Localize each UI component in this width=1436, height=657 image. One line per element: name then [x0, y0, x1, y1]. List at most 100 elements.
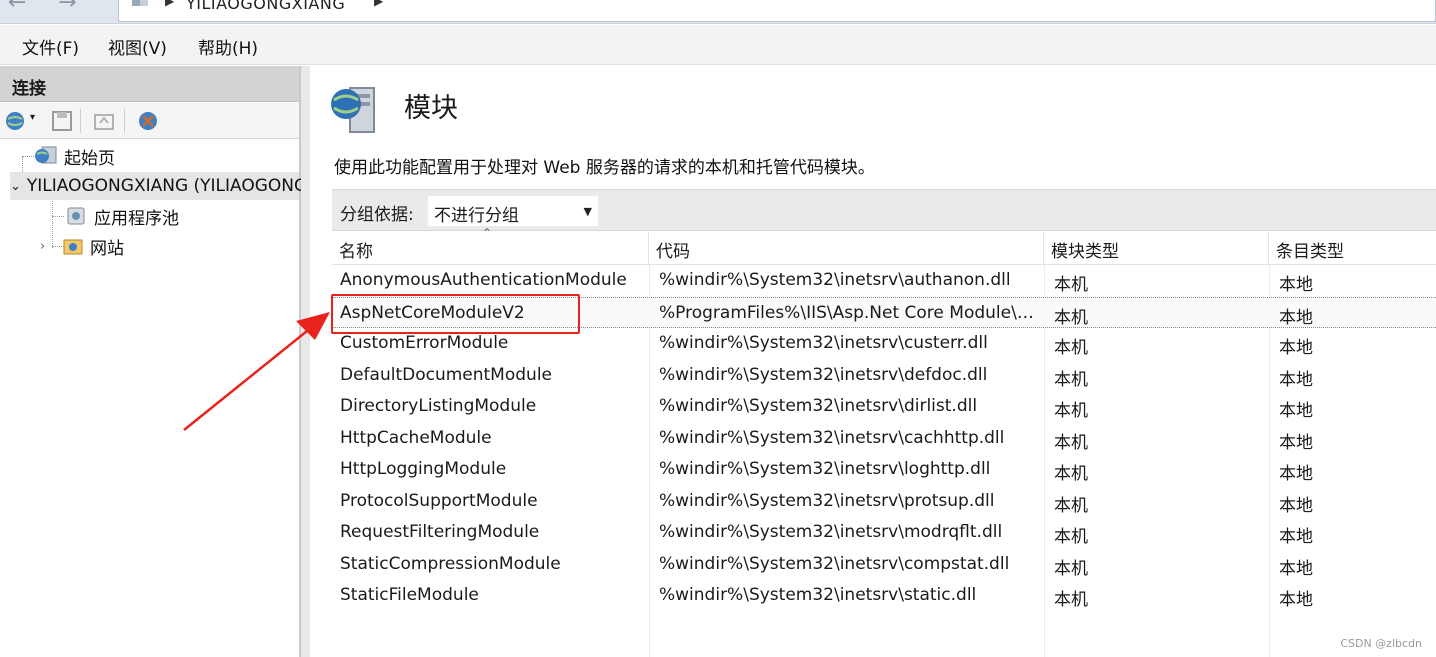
cell-name: AspNetCoreModuleV2 — [340, 302, 525, 323]
chevron-right-icon[interactable]: › — [40, 239, 62, 254]
connections-panel: 连接 ▾ 起始页 ⌄ YILIAOGONGXIANG (YILIAOGONGXI… — [0, 66, 361, 657]
cell-module-type: 本机 — [1054, 527, 1088, 547]
group-by-bar: 分组依据: 不进行分组 ▼ — [332, 189, 1436, 231]
cell-code: %windir%\System32\inetsrv\protsup.dll — [659, 490, 995, 511]
column-header-entry-type[interactable]: 条目类型 — [1269, 232, 1436, 265]
cell-entry-type: 本地 — [1279, 527, 1313, 547]
cell-code: %windir%\System32\inetsrv\compstat.dll — [659, 553, 1010, 574]
cell-module-type: 本机 — [1054, 432, 1088, 453]
address-bar: ← → ▶ YILIAOGONGXIANG ▶ — [0, 0, 1436, 24]
table-row[interactable]: CustomErrorModule %windir%\System32\inets… — [332, 328, 1436, 360]
menu-bar: 文件(F) 视图(V) 帮助(H) — [0, 25, 1436, 65]
table-row[interactable]: ProtocolSupportModule %windir%\System32\i… — [332, 486, 1436, 518]
tree-item-sites[interactable]: › 网站 — [40, 232, 124, 260]
cell-code: %windir%\System32\inetsrv\static.dll — [659, 585, 977, 605]
connections-header: 连接 — [0, 66, 299, 102]
menu-file[interactable]: 文件(F) — [22, 34, 79, 59]
cell-entry-type: 本地 — [1279, 495, 1313, 516]
cell-name: StaticCompressionModule — [340, 553, 561, 574]
tree-line — [22, 156, 34, 157]
column-header-label: 代码 — [656, 242, 690, 262]
connections-title: 连接 — [12, 79, 46, 99]
column-header-label: 模块类型 — [1051, 242, 1119, 262]
save-icon[interactable] — [50, 109, 74, 133]
table-row[interactable]: HttpCacheModule %windir%\System32\inetsrv… — [332, 423, 1436, 455]
table-row[interactable]: HttpLoggingModule %windir%\System32\inets… — [332, 454, 1436, 486]
up-level-icon[interactable] — [92, 109, 116, 133]
cell-entry-type: 本地 — [1279, 401, 1313, 421]
breadcrumb-separator-icon: ▶ — [374, 0, 384, 8]
cell-entry-type: 本地 — [1279, 432, 1313, 453]
table-row[interactable]: DefaultDocumentModule %windir%\System32\i… — [332, 360, 1436, 392]
cell-module-type: 本机 — [1054, 338, 1088, 358]
table-row[interactable]: StaticCompressionModule %windir%\System32… — [332, 549, 1436, 581]
cell-module-type: 本机 — [1054, 275, 1088, 295]
tree-line — [52, 216, 64, 217]
cell-name: AnonymousAuthenticationModule — [340, 270, 627, 290]
table-row[interactable]: AnonymousAuthenticationModule %windir%\Sy… — [332, 265, 1436, 297]
cell-name: HttpLoggingModule — [340, 459, 507, 479]
tree-item-start-page[interactable]: 起始页 — [34, 142, 115, 170]
cell-code: %windir%\System32\inetsrv\defdoc.dll — [659, 364, 988, 385]
forward-arrow-icon[interactable]: → — [58, 0, 88, 16]
cell-entry-type: 本地 — [1279, 275, 1313, 295]
tree-item-server[interactable]: ⌄ YILIAOGONGXIANG (YILIAOGONGXIANG — [10, 172, 361, 200]
back-arrow-icon[interactable]: ← — [8, 0, 38, 16]
table-row[interactable]: RequestFilteringModule %windir%\System32\… — [332, 517, 1436, 549]
cell-module-type: 本机 — [1054, 590, 1088, 610]
cell-entry-type: 本地 — [1279, 369, 1313, 390]
cell-name: StaticFileModule — [340, 585, 479, 605]
breadcrumb-server[interactable]: YILIAOGONGXIANG — [186, 0, 345, 13]
cell-entry-type: 本地 — [1279, 558, 1313, 579]
modules-page: 模块 使用此功能配置用于处理对 Web 服务器的请求的本机和托管代码模块。 分组… — [310, 66, 1436, 657]
sort-ascending-icon: ⌃ — [482, 226, 493, 240]
cell-name: DefaultDocumentModule — [340, 364, 553, 385]
menu-help[interactable]: 帮助(H) — [198, 34, 258, 59]
cell-name: HttpCacheModule — [340, 427, 492, 448]
sites-icon — [63, 239, 83, 255]
modules-table: 名称 ⌃ 代码 模块类型 条目类型 AnonymousAuthenticatio… — [332, 226, 1436, 657]
cell-module-type: 本机 — [1054, 558, 1088, 579]
connect-globe-icon[interactable] — [4, 109, 28, 133]
cell-module-type: 本机 — [1054, 495, 1088, 516]
column-header-code[interactable]: 代码 — [649, 232, 1044, 265]
group-by-label: 分组依据: — [340, 205, 414, 225]
panel-splitter[interactable] — [301, 66, 310, 657]
cell-code: %windir%\System32\inetsrv\modrqflt.dll — [659, 522, 1003, 542]
toolbar-divider — [80, 109, 81, 133]
dropdown-arrow-icon[interactable]: ▼ — [584, 205, 592, 218]
column-header-name[interactable]: 名称 ⌃ — [332, 226, 649, 265]
cell-module-type: 本机 — [1054, 369, 1088, 390]
disconnect-icon[interactable] — [136, 109, 160, 133]
table-header: 名称 ⌃ 代码 模块类型 条目类型 — [332, 226, 1436, 265]
cell-entry-type: 本地 — [1279, 464, 1313, 484]
cell-code: %windir%\System32\inetsrv\loghttp.dll — [659, 459, 991, 479]
chevron-down-icon[interactable]: ▾ — [30, 112, 35, 123]
cell-code: %ProgramFiles%\IIS\Asp.Net Core Module\V… — [659, 302, 1035, 323]
cell-module-type: 本机 — [1054, 401, 1088, 421]
cell-code: %windir%\System32\inetsrv\dirlist.dll — [659, 396, 978, 416]
cell-name: DirectoryListingModule — [340, 396, 537, 416]
modules-icon — [331, 87, 375, 133]
cell-code: %windir%\System32\inetsrv\custerr.dll — [659, 333, 988, 353]
table-row[interactable]: DirectoryListingModule %windir%\System32\… — [332, 391, 1436, 423]
table-row[interactable]: StaticFileModule %windir%\System32\inetsr… — [332, 580, 1436, 612]
table-row[interactable]: AspNetCoreModuleV2 %ProgramFiles%\IIS\Asp… — [332, 296, 1436, 328]
column-header-label: 条目类型 — [1276, 242, 1344, 262]
app-pool-icon — [67, 207, 85, 225]
chevron-down-icon[interactable]: ⌄ — [10, 179, 21, 194]
page-description: 使用此功能配置用于处理对 Web 服务器的请求的本机和托管代码模块。 — [334, 158, 875, 178]
cell-name: ProtocolSupportModule — [340, 490, 538, 511]
column-header-label: 名称 — [339, 242, 373, 262]
cell-entry-type: 本地 — [1279, 307, 1313, 328]
group-by-select[interactable]: 不进行分组 ▼ — [427, 195, 599, 227]
watermark: CSDN @zlbcdn — [1340, 637, 1422, 650]
cell-name: RequestFilteringModule — [340, 522, 540, 542]
column-header-module-type[interactable]: 模块类型 — [1044, 232, 1269, 265]
tree-item-label: 起始页 — [64, 148, 115, 169]
menu-view[interactable]: 视图(V) — [108, 34, 167, 59]
cell-entry-type: 本地 — [1279, 338, 1313, 358]
tree-item-app-pools[interactable]: 应用程序池 — [64, 202, 179, 230]
toolbar-divider — [124, 109, 125, 133]
cell-code: %windir%\System32\inetsrv\authanon.dll — [659, 270, 1011, 290]
